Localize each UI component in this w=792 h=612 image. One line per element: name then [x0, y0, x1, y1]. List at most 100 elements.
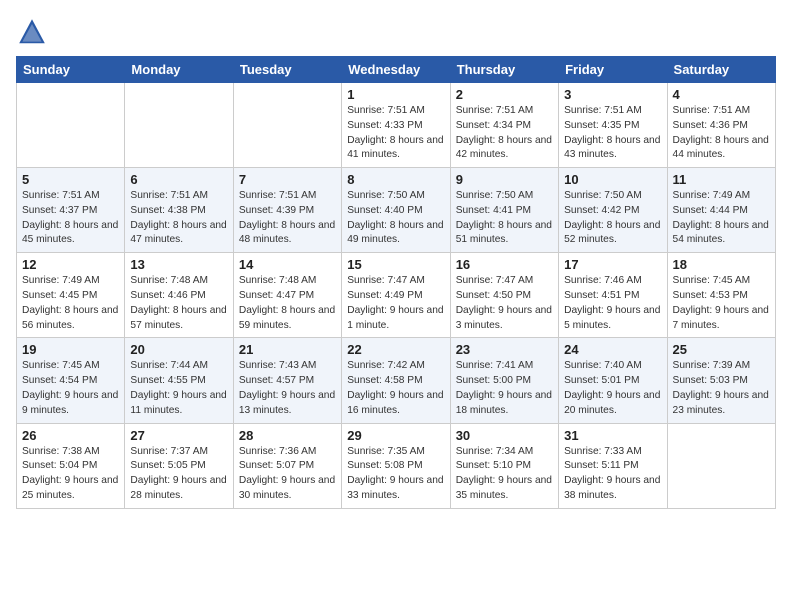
day-number: 6: [130, 172, 227, 187]
day-number: 30: [456, 428, 553, 443]
calendar-cell: 22 Sunrise: 7:42 AM Sunset: 4:58 PM Dayli…: [342, 338, 450, 423]
day-number: 3: [564, 87, 661, 102]
day-info: Sunrise: 7:51 AM Sunset: 4:33 PM Dayligh…: [347, 104, 444, 163]
day-info: Sunrise: 7:50 AM Sunset: 4:40 PM Dayligh…: [347, 189, 444, 248]
day-info: Sunrise: 7:47 AM Sunset: 4:49 PM Dayligh…: [347, 274, 444, 333]
day-number: 24: [564, 342, 661, 357]
calendar-cell: 27 Sunrise: 7:37 AM Sunset: 5:05 PM Dayli…: [125, 423, 233, 508]
day-number: 23: [456, 342, 553, 357]
calendar-cell: 28 Sunrise: 7:36 AM Sunset: 5:07 PM Dayli…: [233, 423, 341, 508]
calendar-cell: 31Sunrise: 7:33 AM Sunset: 5:11 PM Dayli…: [559, 423, 667, 508]
day-info: Sunrise: 7:51 AM Sunset: 4:35 PM Dayligh…: [564, 104, 661, 163]
calendar-cell: [233, 83, 341, 168]
calendar-week-row: 19Sunrise: 7:45 AM Sunset: 4:54 PM Dayli…: [17, 338, 776, 423]
day-info: Sunrise: 7:46 AM Sunset: 4:51 PM Dayligh…: [564, 274, 661, 333]
day-number: 13: [130, 257, 227, 272]
day-number: 11: [673, 172, 770, 187]
weekday-header-row: SundayMondayTuesdayWednesdayThursdayFrid…: [17, 57, 776, 83]
day-number: 1: [347, 87, 444, 102]
day-info: Sunrise: 7:51 AM Sunset: 4:37 PM Dayligh…: [22, 189, 119, 248]
day-number: 17: [564, 257, 661, 272]
calendar-cell: [125, 83, 233, 168]
day-number: 28: [239, 428, 336, 443]
day-info: Sunrise: 7:39 AM Sunset: 5:03 PM Dayligh…: [673, 359, 770, 418]
calendar-cell: 2Sunrise: 7:51 AM Sunset: 4:34 PM Daylig…: [450, 83, 558, 168]
day-info: Sunrise: 7:38 AM Sunset: 5:04 PM Dayligh…: [22, 445, 119, 504]
calendar-cell: 19Sunrise: 7:45 AM Sunset: 4:54 PM Dayli…: [17, 338, 125, 423]
calendar-cell: 9 Sunrise: 7:50 AM Sunset: 4:41 PM Daylig…: [450, 168, 558, 253]
calendar-cell: 21Sunrise: 7:43 AM Sunset: 4:57 PM Dayli…: [233, 338, 341, 423]
day-number: 27: [130, 428, 227, 443]
day-info: Sunrise: 7:45 AM Sunset: 4:53 PM Dayligh…: [673, 274, 770, 333]
day-number: 15: [347, 257, 444, 272]
day-info: Sunrise: 7:48 AM Sunset: 4:47 PM Dayligh…: [239, 274, 336, 333]
calendar-cell: 24Sunrise: 7:40 AM Sunset: 5:01 PM Dayli…: [559, 338, 667, 423]
page-container: SundayMondayTuesdayWednesdayThursdayFrid…: [0, 0, 792, 519]
day-number: 22: [347, 342, 444, 357]
day-number: 9: [456, 172, 553, 187]
calendar-cell: 13 Sunrise: 7:48 AM Sunset: 4:46 PM Dayli…: [125, 253, 233, 338]
weekday-header-saturday: Saturday: [667, 57, 775, 83]
day-info: Sunrise: 7:42 AM Sunset: 4:58 PM Dayligh…: [347, 359, 444, 418]
logo-icon: [16, 16, 48, 48]
day-info: Sunrise: 7:37 AM Sunset: 5:05 PM Dayligh…: [130, 445, 227, 504]
calendar-cell: 3 Sunrise: 7:51 AM Sunset: 4:35 PM Daylig…: [559, 83, 667, 168]
weekday-header-tuesday: Tuesday: [233, 57, 341, 83]
calendar-cell: 7 Sunrise: 7:51 AM Sunset: 4:39 PM Daylig…: [233, 168, 341, 253]
day-info: Sunrise: 7:49 AM Sunset: 4:45 PM Dayligh…: [22, 274, 119, 333]
calendar-week-row: 12 Sunrise: 7:49 AM Sunset: 4:45 PM Dayli…: [17, 253, 776, 338]
day-info: Sunrise: 7:34 AM Sunset: 5:10 PM Dayligh…: [456, 445, 553, 504]
weekday-header-friday: Friday: [559, 57, 667, 83]
day-info: Sunrise: 7:50 AM Sunset: 4:42 PM Dayligh…: [564, 189, 661, 248]
day-info: Sunrise: 7:50 AM Sunset: 4:41 PM Dayligh…: [456, 189, 553, 248]
calendar-week-row: 5 Sunrise: 7:51 AM Sunset: 4:37 PM Daylig…: [17, 168, 776, 253]
calendar-cell: 16 Sunrise: 7:47 AM Sunset: 4:50 PM Dayli…: [450, 253, 558, 338]
calendar-table: SundayMondayTuesdayWednesdayThursdayFrid…: [16, 56, 776, 509]
calendar-week-row: 1 Sunrise: 7:51 AM Sunset: 4:33 PM Daylig…: [17, 83, 776, 168]
weekday-header-monday: Monday: [125, 57, 233, 83]
weekday-header-thursday: Thursday: [450, 57, 558, 83]
calendar-cell: 10Sunrise: 7:50 AM Sunset: 4:42 PM Dayli…: [559, 168, 667, 253]
day-number: 16: [456, 257, 553, 272]
day-number: 7: [239, 172, 336, 187]
day-number: 21: [239, 342, 336, 357]
calendar-cell: 1 Sunrise: 7:51 AM Sunset: 4:33 PM Daylig…: [342, 83, 450, 168]
calendar-cell: 26 Sunrise: 7:38 AM Sunset: 5:04 PM Dayli…: [17, 423, 125, 508]
calendar-cell: 6 Sunrise: 7:51 AM Sunset: 4:38 PM Daylig…: [125, 168, 233, 253]
calendar-cell: 30 Sunrise: 7:34 AM Sunset: 5:10 PM Dayli…: [450, 423, 558, 508]
day-info: Sunrise: 7:51 AM Sunset: 4:38 PM Dayligh…: [130, 189, 227, 248]
calendar-cell: 8 Sunrise: 7:50 AM Sunset: 4:40 PM Daylig…: [342, 168, 450, 253]
header: [16, 16, 776, 48]
day-number: 26: [22, 428, 119, 443]
calendar-cell: 12 Sunrise: 7:49 AM Sunset: 4:45 PM Dayli…: [17, 253, 125, 338]
weekday-header-wednesday: Wednesday: [342, 57, 450, 83]
day-info: Sunrise: 7:45 AM Sunset: 4:54 PM Dayligh…: [22, 359, 119, 418]
day-number: 14: [239, 257, 336, 272]
weekday-header-sunday: Sunday: [17, 57, 125, 83]
calendar-cell: 15 Sunrise: 7:47 AM Sunset: 4:49 PM Dayli…: [342, 253, 450, 338]
day-number: 25: [673, 342, 770, 357]
day-number: 18: [673, 257, 770, 272]
day-info: Sunrise: 7:36 AM Sunset: 5:07 PM Dayligh…: [239, 445, 336, 504]
day-number: 20: [130, 342, 227, 357]
day-info: Sunrise: 7:51 AM Sunset: 4:39 PM Dayligh…: [239, 189, 336, 248]
calendar-cell: 29 Sunrise: 7:35 AM Sunset: 5:08 PM Dayli…: [342, 423, 450, 508]
calendar-cell: 23Sunrise: 7:41 AM Sunset: 5:00 PM Dayli…: [450, 338, 558, 423]
calendar-cell: 25 Sunrise: 7:39 AM Sunset: 5:03 PM Dayli…: [667, 338, 775, 423]
day-info: Sunrise: 7:35 AM Sunset: 5:08 PM Dayligh…: [347, 445, 444, 504]
day-number: 4: [673, 87, 770, 102]
calendar-cell: [667, 423, 775, 508]
day-number: 29: [347, 428, 444, 443]
day-number: 12: [22, 257, 119, 272]
calendar-cell: 17 Sunrise: 7:46 AM Sunset: 4:51 PM Dayli…: [559, 253, 667, 338]
day-info: Sunrise: 7:47 AM Sunset: 4:50 PM Dayligh…: [456, 274, 553, 333]
calendar-cell: 20Sunrise: 7:44 AM Sunset: 4:55 PM Dayli…: [125, 338, 233, 423]
day-number: 31: [564, 428, 661, 443]
day-info: Sunrise: 7:48 AM Sunset: 4:46 PM Dayligh…: [130, 274, 227, 333]
calendar-cell: [17, 83, 125, 168]
calendar-cell: 18 Sunrise: 7:45 AM Sunset: 4:53 PM Dayli…: [667, 253, 775, 338]
day-number: 2: [456, 87, 553, 102]
calendar-cell: 5 Sunrise: 7:51 AM Sunset: 4:37 PM Daylig…: [17, 168, 125, 253]
day-number: 8: [347, 172, 444, 187]
day-number: 5: [22, 172, 119, 187]
